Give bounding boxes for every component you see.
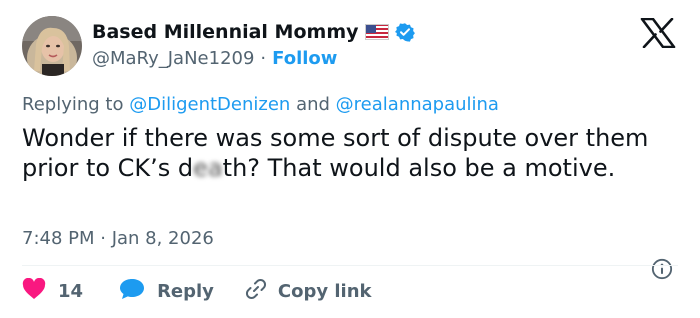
replying-to-line: Replying to @DiligentDenizen and @realan… <box>22 94 499 115</box>
avatar[interactable] <box>22 16 82 76</box>
x-logo-icon[interactable] <box>640 17 676 49</box>
reply-label: Reply <box>157 281 214 302</box>
handle-row: @MaRy_JaNe1209 · Follow <box>92 48 337 69</box>
replying-prefix: Replying to <box>22 94 124 115</box>
mention-link[interactable]: @DiligentDenizen <box>129 94 290 115</box>
follow-button[interactable]: Follow <box>272 48 337 69</box>
us-flag-icon <box>364 24 389 40</box>
separator-dot: · <box>260 48 267 69</box>
avatar-image <box>22 16 82 76</box>
divider <box>22 265 678 266</box>
copy-link-label: Copy link <box>277 281 372 302</box>
copy-link-button[interactable]: Copy link <box>244 277 372 306</box>
censored-text: ea <box>193 154 223 182</box>
reply-bubble-icon <box>119 278 145 305</box>
link-icon <box>244 277 268 306</box>
like-count: 14 <box>58 281 84 302</box>
reply-button[interactable]: Reply <box>119 278 214 305</box>
like-button[interactable]: 14 <box>22 277 84 305</box>
action-bar: 14 Reply Copy link <box>22 277 372 306</box>
info-icon[interactable] <box>651 258 673 284</box>
replying-conjunction: and <box>296 94 330 115</box>
tweet-text-part: th? That would also be a motive. <box>222 154 616 182</box>
author-handle[interactable]: @MaRy_JaNe1209 <box>92 48 254 69</box>
tweet-text: Wonder if there was some sort of dispute… <box>22 123 672 183</box>
author-name-row: Based Millennial Mommy <box>92 21 415 43</box>
mention-link[interactable]: @realannapaulina <box>336 94 499 115</box>
display-name[interactable]: Based Millennial Mommy <box>92 21 359 43</box>
tweet-timestamp[interactable]: 7:48 PM · Jan 8, 2026 <box>22 228 214 249</box>
verified-badge-icon <box>394 22 415 42</box>
heart-icon <box>22 277 46 305</box>
